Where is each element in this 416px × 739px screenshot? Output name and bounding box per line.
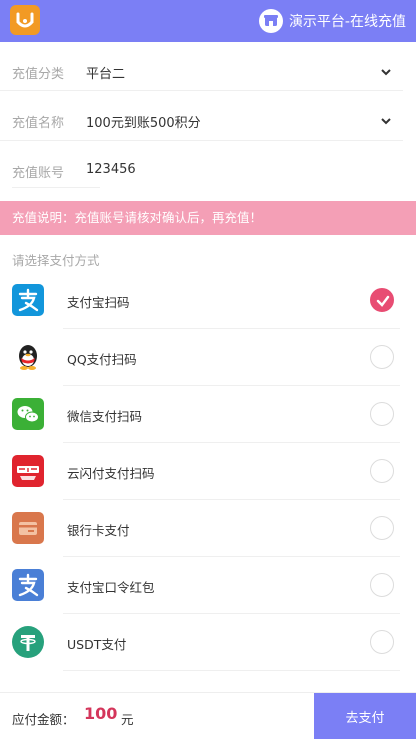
- account-label: 充值账号: [12, 166, 65, 181]
- store-icon: [258, 9, 283, 33]
- account-input[interactable]: 123456: [86, 162, 136, 177]
- payment-option-label: 支付宝口令红包: [67, 580, 155, 595]
- payment-option-label: 支付宝扫码: [67, 295, 130, 310]
- radio-unchecked-icon[interactable]: [370, 630, 394, 654]
- payment-option-label: USDT支付: [67, 637, 127, 652]
- payment-option-usdt[interactable]: USDT支付: [0, 614, 416, 671]
- name-select[interactable]: 充值名称 100元到账500积分: [0, 96, 416, 145]
- smile-bag-icon[interactable]: [10, 5, 40, 35]
- payment-option-alipay[interactable]: 支付宝扫码: [0, 272, 416, 329]
- checkout-bar: 应付金额： 100 元 去支付: [0, 692, 416, 739]
- chevron-down-icon: [380, 63, 392, 82]
- radio-unchecked-icon[interactable]: [370, 402, 394, 426]
- divider: [63, 670, 400, 671]
- category-label: 充值分类: [12, 67, 65, 82]
- wechat-icon: [12, 398, 44, 430]
- payment-option-label: 云闪付支付扫码: [67, 466, 155, 481]
- payment-option-label: 微信支付扫码: [67, 409, 143, 424]
- payment-option-wechat[interactable]: 微信支付扫码: [0, 386, 416, 443]
- chevron-down-icon: [380, 112, 392, 131]
- divider: [0, 140, 403, 141]
- payment-option-qq[interactable]: QQ支付扫码: [0, 329, 416, 386]
- radio-unchecked-icon[interactable]: [370, 573, 394, 597]
- payment-option-bank-card[interactable]: 银行卡支付: [0, 500, 416, 557]
- alipay-icon: [12, 569, 44, 601]
- radio-checked-icon[interactable]: [370, 288, 394, 312]
- amount-label: 应付金额：: [12, 712, 75, 727]
- payment-option-label: QQ支付扫码: [67, 352, 137, 367]
- pay-button[interactable]: 去支付: [314, 693, 416, 739]
- radio-unchecked-icon[interactable]: [370, 516, 394, 540]
- payment-option-unionpay[interactable]: 云闪付支付扫码: [0, 443, 416, 500]
- category-select[interactable]: 充值分类 平台二: [0, 47, 416, 96]
- tether-icon: [12, 626, 44, 658]
- category-value: 平台二: [86, 67, 126, 82]
- radio-unchecked-icon[interactable]: [370, 459, 394, 483]
- app-header: 演示平台-在线充值: [0, 0, 416, 42]
- radio-unchecked-icon[interactable]: [370, 345, 394, 369]
- amount-value: 100: [84, 704, 118, 723]
- payment-section-title: 请选择支付方式: [12, 253, 100, 268]
- divider: [0, 90, 403, 91]
- bank-card-icon: [12, 512, 44, 544]
- brand: 演示平台-在线充值: [258, 8, 406, 34]
- amount-unit: 元: [121, 712, 134, 727]
- brand-title: 演示平台-在线充值: [288, 14, 406, 30]
- payment-option-alipay-red-packet[interactable]: 支付宝口令红包: [0, 557, 416, 614]
- qq-penguin-icon: [12, 341, 44, 373]
- name-label: 充值名称: [12, 116, 65, 131]
- divider: [12, 187, 100, 188]
- payment-option-label: 银行卡支付: [67, 523, 130, 538]
- unionpay-quickpass-icon: [12, 455, 44, 487]
- recharge-notice: 充值说明：充值账号请核对确认后，再充值！: [0, 201, 416, 235]
- name-value: 100元到账500积分: [86, 116, 201, 131]
- alipay-icon: [12, 284, 44, 316]
